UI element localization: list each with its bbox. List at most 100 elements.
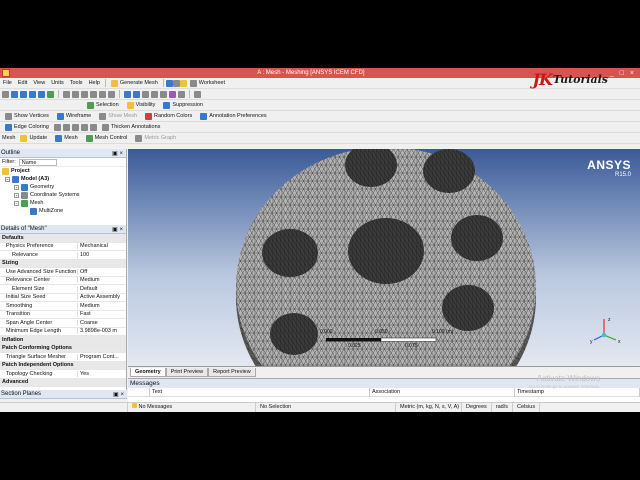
pin-icon[interactable]: ▣ × [113,391,124,398]
edge-wireframe-icon[interactable] [89,123,97,131]
random-colors-button[interactable]: Random Colors [142,111,195,121]
pointer-icon[interactable] [160,90,167,98]
tree-item-geometry[interactable]: + Geometry [0,183,126,191]
print-icon[interactable] [179,79,187,87]
menu-tools[interactable]: Tools [67,80,86,86]
property-value[interactable]: Active Assembly [78,294,126,300]
pin-icon[interactable]: ▣ × [112,150,123,157]
details-row[interactable]: Initial Size Seed Active Assembly [0,294,126,302]
visibility-dropdown[interactable]: Visibility [124,100,159,110]
tree-item-model[interactable]: − Model (A3) [0,175,126,183]
details-row[interactable]: Physics Preference Mechanical [0,243,126,251]
viewport-layout-icon[interactable] [194,90,201,98]
close-button[interactable]: × [630,70,634,77]
property-value[interactable]: Yes [78,371,126,377]
mesh-model[interactable]: z x y [128,149,640,377]
zoom-fit-icon[interactable] [99,90,106,98]
metric-graph-button[interactable]: Metric Graph [132,133,179,143]
thicken-annotations-button[interactable]: Thicken Annotations [99,122,164,132]
tree-item-coordinate-systems[interactable]: + Coordinate Systems [0,191,126,199]
property-value[interactable]: Medium [78,277,126,283]
mesh-dropdown[interactable]: Mesh [52,133,80,143]
details-row[interactable]: Element Size Default [0,285,126,294]
status-units[interactable]: Metric (m, kg, N, s, V, A) [396,403,462,412]
status-rate[interactable]: rad/s [492,403,514,412]
details-row[interactable]: Minimum Edge Length 3.9898e-003 m [0,328,126,336]
collapse-icon[interactable]: − [5,176,10,182]
details-section[interactable]: Inflation [0,336,126,345]
tree-item-mesh[interactable]: − Mesh [0,199,126,207]
rotate-icon[interactable] [63,90,70,98]
property-value[interactable]: Mechanical [78,243,126,249]
select-edge-icon[interactable] [20,90,27,98]
property-value[interactable]: 100 [78,252,126,258]
details-section[interactable]: Patch Conforming Options [0,344,126,353]
generate-mesh-button[interactable]: Generate Mesh [108,78,161,88]
wireframe-button[interactable]: Wireframe [54,111,94,121]
menu-view[interactable]: View [30,80,48,86]
edge-style-icon[interactable] [53,123,61,131]
property-value[interactable]: Fast [78,311,126,317]
pin-icon[interactable]: ▣ × [112,226,123,233]
pan-icon[interactable] [72,90,79,98]
details-section[interactable]: Defaults [0,234,126,243]
status-messages[interactable]: No Messages [128,403,256,412]
select-node-icon[interactable] [47,90,54,98]
view-next-icon[interactable] [133,90,140,98]
mesh-control-dropdown[interactable]: Mesh Control [83,133,131,143]
cursor-icon[interactable] [2,90,9,98]
select-body-icon[interactable] [38,90,45,98]
menu-file[interactable]: File [0,80,15,86]
details-row[interactable]: Transition Fast [0,311,126,319]
ruler-icon[interactable] [178,90,185,98]
show-mesh-button[interactable]: Show Mesh [96,111,140,121]
property-value[interactable]: Medium [78,303,126,309]
magnifier-icon[interactable] [108,90,115,98]
menu-edit[interactable]: Edit [15,80,30,86]
worksheet-button[interactable]: Worksheet [187,78,228,88]
edge-thick-icon[interactable] [80,123,88,131]
tab-print-preview[interactable]: Print Preview [165,368,209,377]
property-value[interactable]: 3.9898e-003 m [78,328,126,334]
tab-geometry[interactable]: Geometry [130,368,166,377]
zoom-icon[interactable] [81,90,88,98]
property-value[interactable]: Default [78,286,126,292]
details-row[interactable]: Topology Checking Yes [0,370,126,379]
select-face-icon[interactable] [29,90,36,98]
show-vertices-button[interactable]: Show Vertices [2,111,52,121]
zoom-box-icon[interactable] [90,90,97,98]
label-icon[interactable] [169,90,176,98]
menu-help[interactable]: Help [86,80,103,86]
isometric-icon[interactable] [142,90,149,98]
suppression-dropdown[interactable]: Suppression [160,100,206,110]
preview-icon[interactable] [165,79,173,87]
property-value[interactable]: Program Cont... [78,354,126,360]
minimize-button[interactable]: _ [610,70,614,77]
status-angle[interactable]: Degrees [462,403,492,412]
details-row[interactable]: Use Advanced Size Function Off [0,268,126,277]
property-value[interactable]: Coarse [78,320,126,326]
edge-direction-icon[interactable] [71,123,79,131]
col-association[interactable]: Association [370,387,515,397]
collapse-icon[interactable]: − [14,200,19,206]
view-previous-icon[interactable] [124,90,131,98]
tab-report-preview[interactable]: Report Preview [208,368,256,377]
details-row[interactable]: Relevance Center Medium [0,277,126,285]
status-temp[interactable]: Celsius [513,403,541,412]
tree-item-multizone[interactable]: MultiZone [0,207,126,215]
help-icon[interactable] [172,79,180,87]
menu-units[interactable]: Units [48,80,67,86]
details-row[interactable]: Relevance 100 [0,251,126,260]
select-point-icon[interactable] [11,90,18,98]
details-section[interactable]: Patch Independent Options [0,361,126,370]
annotation-preferences-button[interactable]: Annotation Preferences [197,111,269,121]
property-value[interactable]: Off [78,269,126,275]
details-row[interactable]: Triangle Surface Mesher Program Cont... [0,353,126,362]
graphics-viewport[interactable]: z x y ANSYS R15.0 0.000 0.050 0.100 (m) … [128,149,640,377]
edge-thin-icon[interactable] [62,123,70,131]
selection-dropdown[interactable]: Selection [84,100,122,110]
tree-item-project[interactable]: Project [0,167,126,175]
details-section[interactable]: Advanced [0,378,126,387]
filter-dropdown[interactable]: Name [18,158,57,166]
details-row[interactable]: Smoothing Medium [0,302,126,311]
